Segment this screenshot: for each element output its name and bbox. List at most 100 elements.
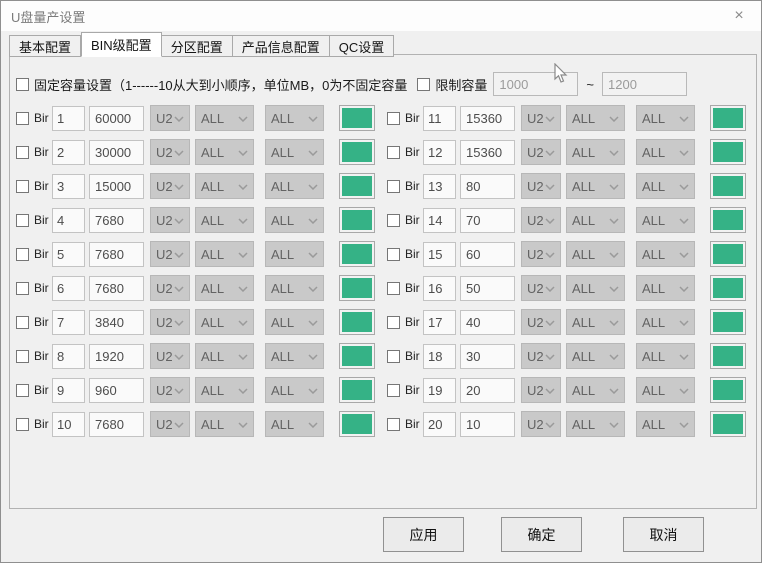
bin-index-field[interactable]: 20	[423, 411, 456, 437]
bin-index-field[interactable]: 6	[52, 275, 85, 301]
bin-interface-dropdown[interactable]: U2	[521, 411, 561, 437]
close-icon[interactable]: ×	[725, 3, 753, 29]
bin-filter-dropdown-1[interactable]: ALL	[566, 105, 625, 131]
bin-capacity-input[interactable]: 15360	[460, 139, 515, 165]
bin-filter-dropdown-2[interactable]: ALL	[636, 377, 695, 403]
bin-color-swatch[interactable]	[710, 173, 746, 199]
bin-interface-dropdown[interactable]: U2	[521, 105, 561, 131]
bin-capacity-input[interactable]: 60000	[89, 105, 144, 131]
bin-color-swatch[interactable]	[339, 139, 375, 165]
bin-filter-dropdown-1[interactable]: ALL	[195, 275, 254, 301]
bin-capacity-input[interactable]: 7680	[89, 411, 144, 437]
bin-interface-dropdown[interactable]: U2	[521, 139, 561, 165]
bin-color-swatch[interactable]	[710, 139, 746, 165]
bin-index-field[interactable]: 18	[423, 343, 456, 369]
bin-capacity-input[interactable]: 20	[460, 377, 515, 403]
bin-row-checkbox[interactable]	[387, 179, 400, 193]
bin-color-swatch[interactable]	[710, 377, 746, 403]
bin-filter-dropdown-2[interactable]: ALL	[636, 105, 695, 131]
bin-filter-dropdown-1[interactable]: ALL	[195, 377, 254, 403]
limit-max-input[interactable]: 1200	[602, 72, 688, 96]
bin-interface-dropdown[interactable]: U2	[150, 377, 190, 403]
bin-interface-dropdown[interactable]: U2	[150, 139, 190, 165]
bin-filter-dropdown-2[interactable]: ALL	[265, 139, 324, 165]
bin-capacity-input[interactable]: 7680	[89, 207, 144, 233]
bin-index-field[interactable]: 17	[423, 309, 456, 335]
bin-filter-dropdown-2[interactable]: ALL	[265, 343, 324, 369]
bin-capacity-input[interactable]: 3840	[89, 309, 144, 335]
bin-index-field[interactable]: 1	[52, 105, 85, 131]
bin-capacity-input[interactable]: 30	[460, 343, 515, 369]
bin-filter-dropdown-2[interactable]: ALL	[636, 241, 695, 267]
bin-capacity-input[interactable]: 60	[460, 241, 515, 267]
bin-filter-dropdown-2[interactable]: ALL	[265, 207, 324, 233]
bin-index-field[interactable]: 3	[52, 173, 85, 199]
bin-capacity-input[interactable]: 15360	[460, 105, 515, 131]
bin-capacity-input[interactable]: 15000	[89, 173, 144, 199]
bin-filter-dropdown-1[interactable]: ALL	[566, 411, 625, 437]
cancel-button[interactable]: 取消	[623, 517, 704, 552]
bin-index-field[interactable]: 12	[423, 139, 456, 165]
bin-index-field[interactable]: 14	[423, 207, 456, 233]
bin-interface-dropdown[interactable]: U2	[150, 241, 190, 267]
bin-filter-dropdown-2[interactable]: ALL	[265, 241, 324, 267]
bin-row-checkbox[interactable]	[16, 247, 29, 261]
bin-color-swatch[interactable]	[339, 241, 375, 267]
bin-filter-dropdown-1[interactable]: ALL	[195, 105, 254, 131]
bin-color-swatch[interactable]	[339, 275, 375, 301]
bin-filter-dropdown-1[interactable]: ALL	[566, 343, 625, 369]
bin-filter-dropdown-2[interactable]: ALL	[636, 411, 695, 437]
bin-index-field[interactable]: 10	[52, 411, 85, 437]
bin-index-field[interactable]: 8	[52, 343, 85, 369]
bin-color-swatch[interactable]	[339, 309, 375, 335]
apply-button[interactable]: 应用	[383, 517, 464, 552]
bin-capacity-input[interactable]: 50	[460, 275, 515, 301]
bin-color-swatch[interactable]	[710, 105, 746, 131]
bin-color-swatch[interactable]	[710, 207, 746, 233]
tab-bin-level-config[interactable]: BIN级配置	[81, 32, 162, 57]
bin-filter-dropdown-1[interactable]: ALL	[566, 139, 625, 165]
bin-index-field[interactable]: 11	[423, 105, 456, 131]
bin-row-checkbox[interactable]	[16, 111, 29, 125]
bin-capacity-input[interactable]: 70	[460, 207, 515, 233]
bin-index-field[interactable]: 4	[52, 207, 85, 233]
bin-filter-dropdown-2[interactable]: ALL	[636, 309, 695, 335]
bin-filter-dropdown-1[interactable]: ALL	[566, 207, 625, 233]
bin-interface-dropdown[interactable]: U2	[521, 207, 561, 233]
bin-index-field[interactable]: 7	[52, 309, 85, 335]
bin-interface-dropdown[interactable]: U2	[150, 173, 190, 199]
bin-row-checkbox[interactable]	[16, 145, 29, 159]
bin-filter-dropdown-1[interactable]: ALL	[195, 207, 254, 233]
bin-index-field[interactable]: 16	[423, 275, 456, 301]
bin-color-swatch[interactable]	[710, 343, 746, 369]
bin-interface-dropdown[interactable]: U2	[521, 275, 561, 301]
bin-row-checkbox[interactable]	[16, 383, 29, 397]
fixed-capacity-checkbox[interactable]	[16, 77, 29, 91]
bin-filter-dropdown-1[interactable]: ALL	[195, 309, 254, 335]
tab-product-info-config[interactable]: 产品信息配置	[232, 35, 330, 57]
bin-interface-dropdown[interactable]: U2	[150, 207, 190, 233]
bin-filter-dropdown-2[interactable]: ALL	[636, 173, 695, 199]
bin-interface-dropdown[interactable]: U2	[150, 343, 190, 369]
bin-filter-dropdown-1[interactable]: ALL	[195, 241, 254, 267]
bin-index-field[interactable]: 13	[423, 173, 456, 199]
bin-filter-dropdown-2[interactable]: ALL	[265, 105, 324, 131]
bin-filter-dropdown-2[interactable]: ALL	[636, 275, 695, 301]
limit-capacity-checkbox[interactable]	[417, 77, 431, 91]
bin-index-field[interactable]: 5	[52, 241, 85, 267]
bin-index-field[interactable]: 2	[52, 139, 85, 165]
bin-color-swatch[interactable]	[710, 241, 746, 267]
bin-row-checkbox[interactable]	[16, 417, 29, 431]
bin-color-swatch[interactable]	[710, 309, 746, 335]
bin-capacity-input[interactable]: 960	[89, 377, 144, 403]
bin-interface-dropdown[interactable]: U2	[521, 377, 561, 403]
bin-capacity-input[interactable]: 80	[460, 173, 515, 199]
bin-color-swatch[interactable]	[710, 411, 746, 437]
bin-row-checkbox[interactable]	[16, 281, 29, 295]
bin-row-checkbox[interactable]	[16, 179, 29, 193]
bin-row-checkbox[interactable]	[387, 145, 400, 159]
bin-color-swatch[interactable]	[339, 105, 375, 131]
bin-index-field[interactable]: 19	[423, 377, 456, 403]
bin-row-checkbox[interactable]	[387, 315, 400, 329]
bin-row-checkbox[interactable]	[387, 417, 400, 431]
